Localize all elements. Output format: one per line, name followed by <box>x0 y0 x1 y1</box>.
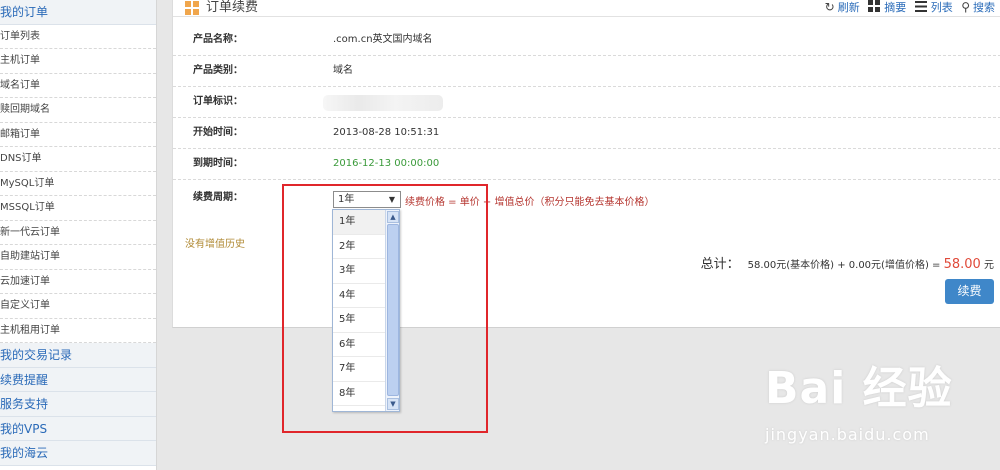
search-button[interactable]: ⚲ 搜索 <box>961 0 995 15</box>
sidebar-item-hosting-rental-orders[interactable]: 主机租用订单 <box>0 319 156 343</box>
sidebar-head-support[interactable]: 服务支持 <box>0 392 156 417</box>
total-formula: 58.00元(基本价格) + 0.00元(增值价格) = <box>747 260 944 271</box>
sidebar-item-domain-orders[interactable]: 域名订单 <box>0 74 156 98</box>
sidebar-head-my-orders[interactable]: 我的订单 <box>0 0 156 25</box>
refresh-icon: ↻ <box>824 0 835 14</box>
row-product-name: 产品名称： .com.cn英文国内域名 <box>173 25 1000 56</box>
sidebar-head-my-haiyun[interactable]: 我的海云 <box>0 441 156 466</box>
sidebar-item-mail-orders[interactable]: 邮箱订单 <box>0 123 156 147</box>
summary-label: 摘要 <box>884 1 907 14</box>
toolbar: ↻ 刷新 摘要 列表 ⚲ 搜索 <box>820 0 995 15</box>
sidebar-item-cdn-orders[interactable]: 云加速订单 <box>0 270 156 294</box>
product-name-label: 产品名称： <box>193 34 243 45</box>
watermark-url: jingyan.baidu.com <box>765 425 930 444</box>
summary-grid-icon <box>868 0 881 12</box>
order-id-label: 订单标识： <box>193 96 243 107</box>
no-value-added-history: 没有增值历史 <box>185 239 245 250</box>
total-amount: 58.00 <box>943 257 981 272</box>
row-expire-time: 到期时间： 2016-12-13 00:00:00 <box>173 149 1000 180</box>
sidebar-item-redemption-domains[interactable]: 赎回期域名 <box>0 98 156 123</box>
row-start-time: 开始时间： 2013-08-28 10:51:31 <box>173 118 1000 149</box>
search-label: 搜索 <box>973 1 995 14</box>
row-product-type: 产品类别： 域名 <box>173 56 1000 87</box>
refresh-label: 刷新 <box>837 1 860 14</box>
sidebar-head-my-vps[interactable]: 我的VPS <box>0 416 156 441</box>
sidebar-head-renewal-reminders[interactable]: 续费提醒 <box>0 367 156 392</box>
baidu-jingyan-watermark: Bai 经验 jingyan.baidu.com <box>765 365 1000 470</box>
total-unit: 元 <box>984 260 994 271</box>
renew-button[interactable]: 续费 <box>945 279 994 304</box>
renew-period-label: 续费周期： <box>193 192 243 203</box>
sidebar-item-cloud-orders[interactable]: 新一代云订单 <box>0 221 156 245</box>
product-type-value: 域名 <box>333 65 353 76</box>
search-icon: ⚲ <box>961 0 970 14</box>
sidebar-head-transactions[interactable]: 我的交易记录 <box>0 343 156 368</box>
order-id-redacted <box>323 95 443 111</box>
sidebar-item-host-orders[interactable]: 主机订单 <box>0 49 156 74</box>
list-button[interactable]: 列表 <box>914 1 953 15</box>
sidebar-item-dns-orders[interactable]: DNS订单 <box>0 147 156 172</box>
start-time-value: 2013-08-28 10:51:31 <box>333 127 440 138</box>
list-label: 列表 <box>930 1 953 14</box>
watermark-brand: Bai 经验 <box>765 363 953 414</box>
product-name-value: .com.cn英文国内域名 <box>333 34 433 45</box>
total-summary: 总计： 58.00元(基本价格) + 0.00元(增值价格) = 58.00 元 <box>701 253 994 272</box>
total-label: 总计： <box>700 257 740 272</box>
order-grid-icon <box>185 1 199 15</box>
product-type-label: 产品类别： <box>193 65 243 76</box>
sidebar: 我的订单 订单列表 主机订单 域名订单 赎回期域名 邮箱订单 DNS订单 MyS… <box>0 0 157 470</box>
page-title: 订单续费 <box>206 0 259 15</box>
sidebar-item-mssql-orders[interactable]: MSSQL订单 <box>0 196 156 221</box>
list-icon <box>914 1 927 12</box>
refresh-button[interactable]: ↻ 刷新 <box>825 0 860 15</box>
start-time-label: 开始时间： <box>193 127 243 138</box>
sidebar-item-custom-orders[interactable]: 自定义订单 <box>0 294 156 319</box>
summary-button[interactable]: 摘要 <box>868 0 906 15</box>
sidebar-item-sitebuilder-orders[interactable]: 自助建站订单 <box>0 245 156 270</box>
expire-time-value: 2016-12-13 00:00:00 <box>333 158 440 169</box>
panel-title-bar: 订单续费 ↻ 刷新 摘要 列表 ⚲ 搜索 <box>173 0 1000 17</box>
row-order-id: 订单标识： <box>173 87 1000 118</box>
sidebar-item-mysql-orders[interactable]: MySQL订单 <box>0 172 156 196</box>
highlight-box <box>282 184 488 433</box>
expire-time-label: 到期时间： <box>193 158 243 169</box>
sidebar-item-order-list[interactable]: 订单列表 <box>0 25 156 49</box>
